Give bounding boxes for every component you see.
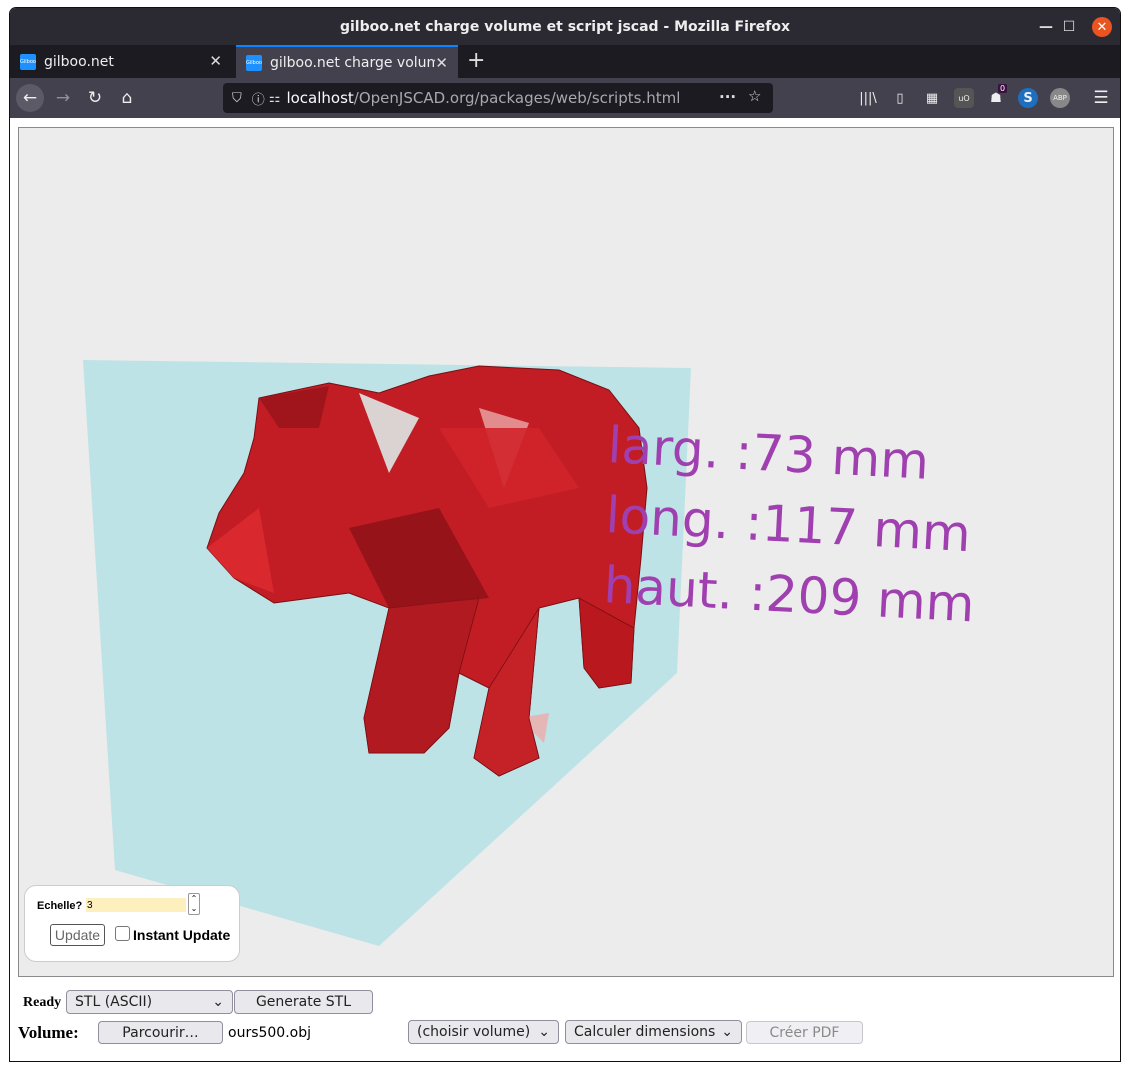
info-icon[interactable]: ⓘ	[252, 89, 265, 108]
format-select-value: STL (ASCII)	[75, 994, 153, 1010]
page-actions-icon[interactable]: ···	[719, 88, 736, 106]
extension-grid-icon[interactable]: ▦	[922, 88, 942, 108]
url-path: /OpenJSCAD.org/packages/web/scripts.html	[353, 89, 681, 107]
update-button[interactable]: Update	[50, 924, 105, 946]
tab-title: gilboo.net	[44, 53, 114, 70]
chevron-down-icon: ⌄	[212, 994, 224, 1010]
permissions-icon[interactable]: ⚏	[269, 91, 281, 106]
minimize-icon[interactable]: —	[1036, 17, 1056, 37]
notification-badge: 0	[998, 84, 1008, 93]
close-tab-icon[interactable]: ✕	[435, 54, 448, 72]
scale-spinner[interactable]: ⌃ ⌄	[188, 893, 200, 915]
gilboo-favicon-icon: Gilboo	[246, 54, 262, 71]
tab-bar: Gilboo gilboo.net ✕ Gilboo gilboo.net ch…	[10, 45, 1120, 78]
ready-status: Ready	[23, 995, 62, 1010]
instant-update-label: Instant Update	[133, 927, 231, 943]
home-icon[interactable]: ⌂	[113, 84, 141, 112]
tab-gilboo[interactable]: Gilboo gilboo.net ✕	[10, 45, 232, 78]
shield-icon[interactable]: ⛉	[232, 91, 242, 106]
forward-icon[interactable]: →	[49, 84, 77, 112]
instant-update-checkbox[interactable]	[115, 926, 130, 941]
bookmark-star-icon[interactable]: ☆	[748, 87, 761, 105]
url-bar[interactable]: ⛉ ⓘ ⚏ localhost /OpenJSCAD.org/packages/…	[223, 83, 773, 113]
jscad-3d-viewer[interactable]: larg. :73 mm long. :117 mm haut. :209 mm…	[18, 127, 1114, 977]
menu-hamburger-icon[interactable]: ☰	[1091, 88, 1111, 108]
library-icon[interactable]: |||\	[858, 88, 878, 108]
tab-charge-volume[interactable]: Gilboo gilboo.net charge volume et scrip…	[236, 45, 458, 78]
nav-bar: ← → ↻ ⌂ ⛉ ⓘ ⚏ localhost /OpenJSCAD.org/p…	[10, 78, 1120, 118]
window-title: gilboo.net charge volume et script jscad…	[339, 18, 791, 35]
s-extension-icon[interactable]: S	[1018, 88, 1038, 108]
calculate-dimensions-select[interactable]: Calculer dimensions ⌄	[565, 1020, 742, 1044]
status-row: Ready STL (ASCII) ⌄ Generate STL	[10, 982, 1120, 1014]
maximize-icon[interactable]: ☐	[1059, 17, 1079, 37]
close-tab-icon[interactable]: ✕	[209, 52, 222, 70]
calculate-dimensions-value: Calculer dimensions	[574, 1024, 716, 1040]
volume-row: Volume: Parcourir… ours500.obj (choisir …	[10, 1012, 1120, 1046]
scale-label: Echelle?	[37, 900, 83, 912]
gilboo-favicon-icon: Gilboo	[20, 53, 36, 70]
chevron-down-icon: ⌄	[538, 1024, 550, 1040]
format-select[interactable]: STL (ASCII) ⌄	[66, 990, 233, 1014]
page-content: larg. :73 mm long. :117 mm haut. :209 mm…	[10, 118, 1120, 1061]
reload-icon[interactable]: ↻	[81, 84, 109, 112]
generate-stl-button[interactable]: Generate STL	[234, 990, 373, 1014]
close-window-icon[interactable]: ✕	[1092, 17, 1112, 37]
file-name: ours500.obj	[228, 1025, 312, 1041]
scene-canvas: larg. :73 mm long. :117 mm haut. :209 mm	[83, 360, 976, 946]
choose-volume-select[interactable]: (choisir volume) ⌄	[408, 1020, 559, 1044]
tab-title: gilboo.net charge volume et script jscad	[270, 54, 435, 71]
adblock-plus-icon[interactable]: ABP	[1050, 88, 1070, 108]
browse-button[interactable]: Parcourir…	[98, 1021, 223, 1044]
browser-window: gilboo.net charge volume et script jscad…	[10, 8, 1120, 1061]
sidebar-icon[interactable]: ▯	[890, 88, 910, 108]
chevron-down-icon: ⌄	[721, 1024, 733, 1040]
create-pdf-button[interactable]: Créer PDF	[746, 1021, 863, 1044]
choose-volume-value: (choisir volume)	[417, 1024, 531, 1040]
volume-label: Volume:	[18, 1023, 79, 1042]
parameters-panel: Echelle? ⌃⌄ Update Instant Update	[24, 885, 240, 962]
back-icon[interactable]: ←	[16, 84, 44, 112]
ublock-icon[interactable]: uO	[954, 88, 974, 108]
new-tab-icon[interactable]: +	[467, 48, 485, 73]
scale-input[interactable]	[86, 898, 186, 912]
url-host: localhost	[286, 89, 354, 107]
title-bar: gilboo.net charge volume et script jscad…	[10, 8, 1120, 45]
